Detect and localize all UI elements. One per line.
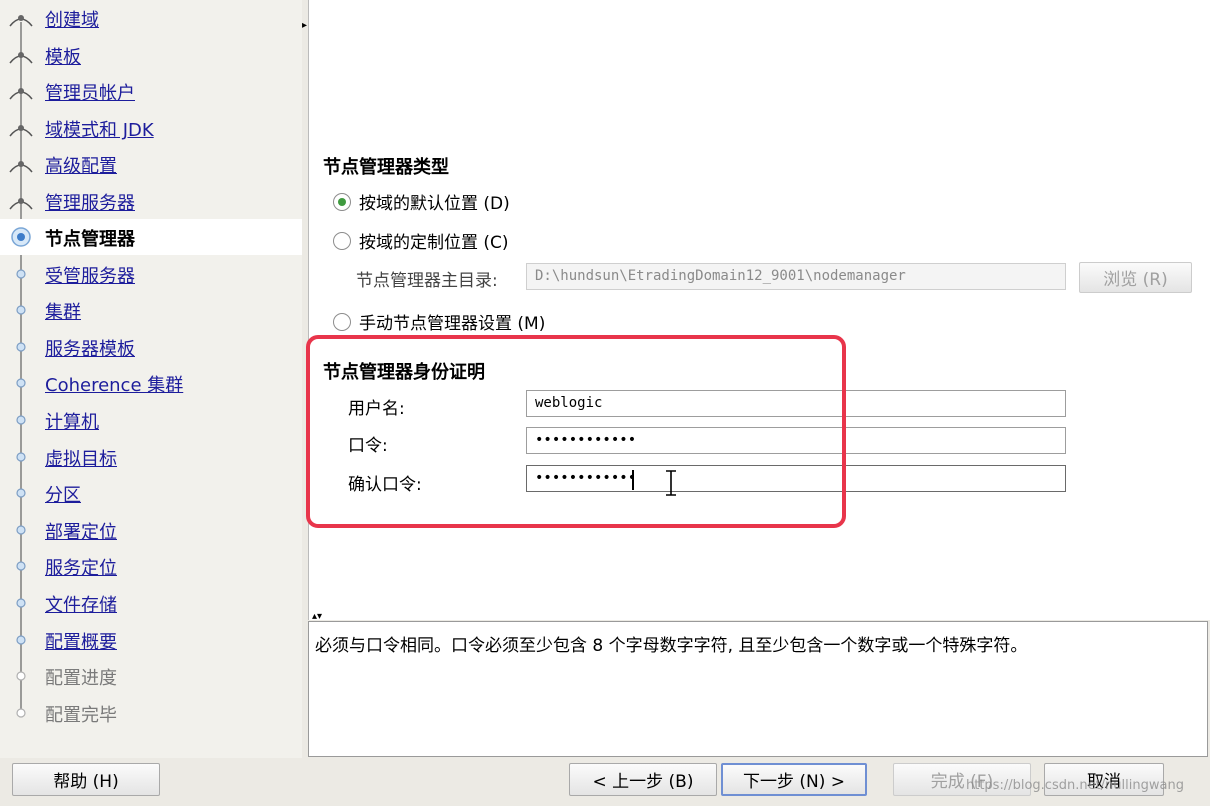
next-button[interactable]: 下一步 (N) > — [721, 763, 867, 796]
branch-node-icon — [9, 161, 33, 173]
radio-custom-location-label: 按域的定制位置 (C) — [359, 233, 509, 253]
nav-step-label: 域模式和 JDK — [45, 120, 154, 141]
nav-step-label: 管理服务器 — [45, 193, 135, 214]
radio-default-location-label: 按域的默认位置 (D) — [359, 194, 510, 214]
nav-step-label: 创建域 — [45, 10, 99, 31]
nav-step-item[interactable]: 创建域 — [0, 0, 302, 36]
nav-step-label: 配置概要 — [45, 632, 117, 653]
nav-step-item[interactable]: 虚拟目标 — [0, 439, 302, 475]
pending-step-icon — [16, 635, 26, 645]
current-step-icon — [11, 227, 31, 247]
nav-step-label: 部署定位 — [45, 522, 117, 543]
nav-step-item[interactable]: 配置概要 — [0, 622, 302, 658]
radio-unselected-icon[interactable] — [333, 231, 351, 250]
nav-step-label: 节点管理器 — [45, 229, 135, 250]
nav-step-item[interactable]: 部署定位 — [0, 512, 302, 548]
nav-step-label: 高级配置 — [45, 156, 117, 177]
branch-node-icon — [9, 125, 33, 137]
back-button[interactable]: < 上一步 (B) — [569, 763, 717, 796]
nav-step-label: 虚拟目标 — [45, 449, 117, 470]
nav-step-label: 配置完毕 — [45, 705, 117, 726]
radio-default-location[interactable]: 按域的默认位置 (D) — [333, 189, 510, 214]
nav-step-item[interactable]: 文件存储 — [0, 585, 302, 621]
nav-step-item[interactable]: 服务器模板 — [0, 329, 302, 365]
nav-step-label: 分区 — [45, 485, 81, 506]
nav-step-item[interactable]: 计算机 — [0, 402, 302, 438]
pending-step-icon — [16, 598, 26, 608]
pending-step-icon — [16, 708, 26, 718]
nav-step-item[interactable]: 分区 — [0, 475, 302, 511]
nav-step-item[interactable]: 高级配置 — [0, 146, 302, 182]
pending-step-icon — [16, 525, 26, 535]
pending-step-icon — [16, 452, 26, 462]
nav-step-label: 计算机 — [45, 412, 99, 433]
node-manager-home-label: 节点管理器主目录: — [356, 271, 498, 291]
nav-step-label: 管理员帐户 — [45, 83, 135, 104]
nav-step-label: 文件存储 — [45, 595, 117, 616]
nav-step-label: Coherence 集群 — [45, 375, 184, 396]
nav-step-item[interactable]: 节点管理器 — [0, 219, 302, 255]
node-manager-home-input[interactable]: D:\hundsun\EtradingDomain12_9001\nodeman… — [526, 263, 1066, 290]
radio-manual-setup-label: 手动节点管理器设置 (M) — [359, 314, 546, 334]
radio-custom-location[interactable]: 按域的定制位置 (C) — [333, 228, 509, 253]
nav-step-item[interactable]: 模板 — [0, 37, 302, 73]
pending-step-icon — [16, 269, 26, 279]
nav-step-item[interactable]: 域模式和 JDK — [0, 110, 302, 146]
wizard-step-navigation: 创建域模板管理员帐户域模式和 JDK 高级配置管理服务器节点管理器受管服务器集群服… — [0, 0, 302, 758]
nav-step-label: 配置进度 — [45, 668, 117, 689]
watermark-text: https://blog.csdn.net/nullingwang — [966, 778, 1184, 793]
nav-step-label: 服务定位 — [45, 558, 117, 579]
pending-step-icon — [16, 378, 26, 388]
annotation-highlight-box — [306, 335, 846, 528]
node-manager-type-title: 节点管理器类型 — [323, 157, 449, 178]
pending-step-icon — [16, 671, 26, 681]
help-description-panel: 必须与口令相同。口令必须至少包含 8 个字母数字字符, 且至少包含一个数字或一个… — [308, 621, 1208, 757]
branch-node-icon — [9, 198, 33, 210]
nav-step-item: 配置进度 — [0, 658, 302, 694]
nav-step-label: 服务器模板 — [45, 339, 135, 360]
branch-node-icon — [9, 52, 33, 64]
radio-manual-setup[interactable]: 手动节点管理器设置 (M) — [333, 309, 545, 334]
branch-node-icon — [9, 15, 33, 27]
nav-step-item: 配置完毕 — [0, 695, 302, 731]
nav-step-item[interactable]: 管理服务器 — [0, 183, 302, 219]
browse-button[interactable]: 浏览 (R) — [1079, 262, 1192, 293]
pending-step-icon — [16, 561, 26, 571]
nav-step-label: 集群 — [45, 302, 81, 323]
splitter-handle-icon[interactable]: ▴▾ — [312, 612, 322, 622]
nav-step-item[interactable]: 受管服务器 — [0, 256, 302, 292]
help-text: 必须与口令相同。口令必须至少包含 8 个字母数字字符, 且至少包含一个数字或一个… — [315, 636, 1028, 656]
pending-step-icon — [16, 415, 26, 425]
branch-node-icon — [9, 88, 33, 100]
nav-step-item[interactable]: 集群 — [0, 292, 302, 328]
pending-step-icon — [16, 488, 26, 498]
nav-step-label: 受管服务器 — [45, 266, 135, 287]
nav-step-item[interactable]: Coherence 集群 — [0, 365, 302, 401]
help-button[interactable]: 帮助 (H) — [12, 763, 160, 796]
pending-step-icon — [16, 342, 26, 352]
nav-step-label: 模板 — [45, 47, 81, 68]
radio-selected-icon[interactable] — [333, 192, 351, 211]
nav-step-item[interactable]: 管理员帐户 — [0, 73, 302, 109]
radio-unselected-icon[interactable] — [333, 312, 351, 331]
pending-step-icon — [16, 305, 26, 315]
nav-step-item[interactable]: 服务定位 — [0, 548, 302, 584]
